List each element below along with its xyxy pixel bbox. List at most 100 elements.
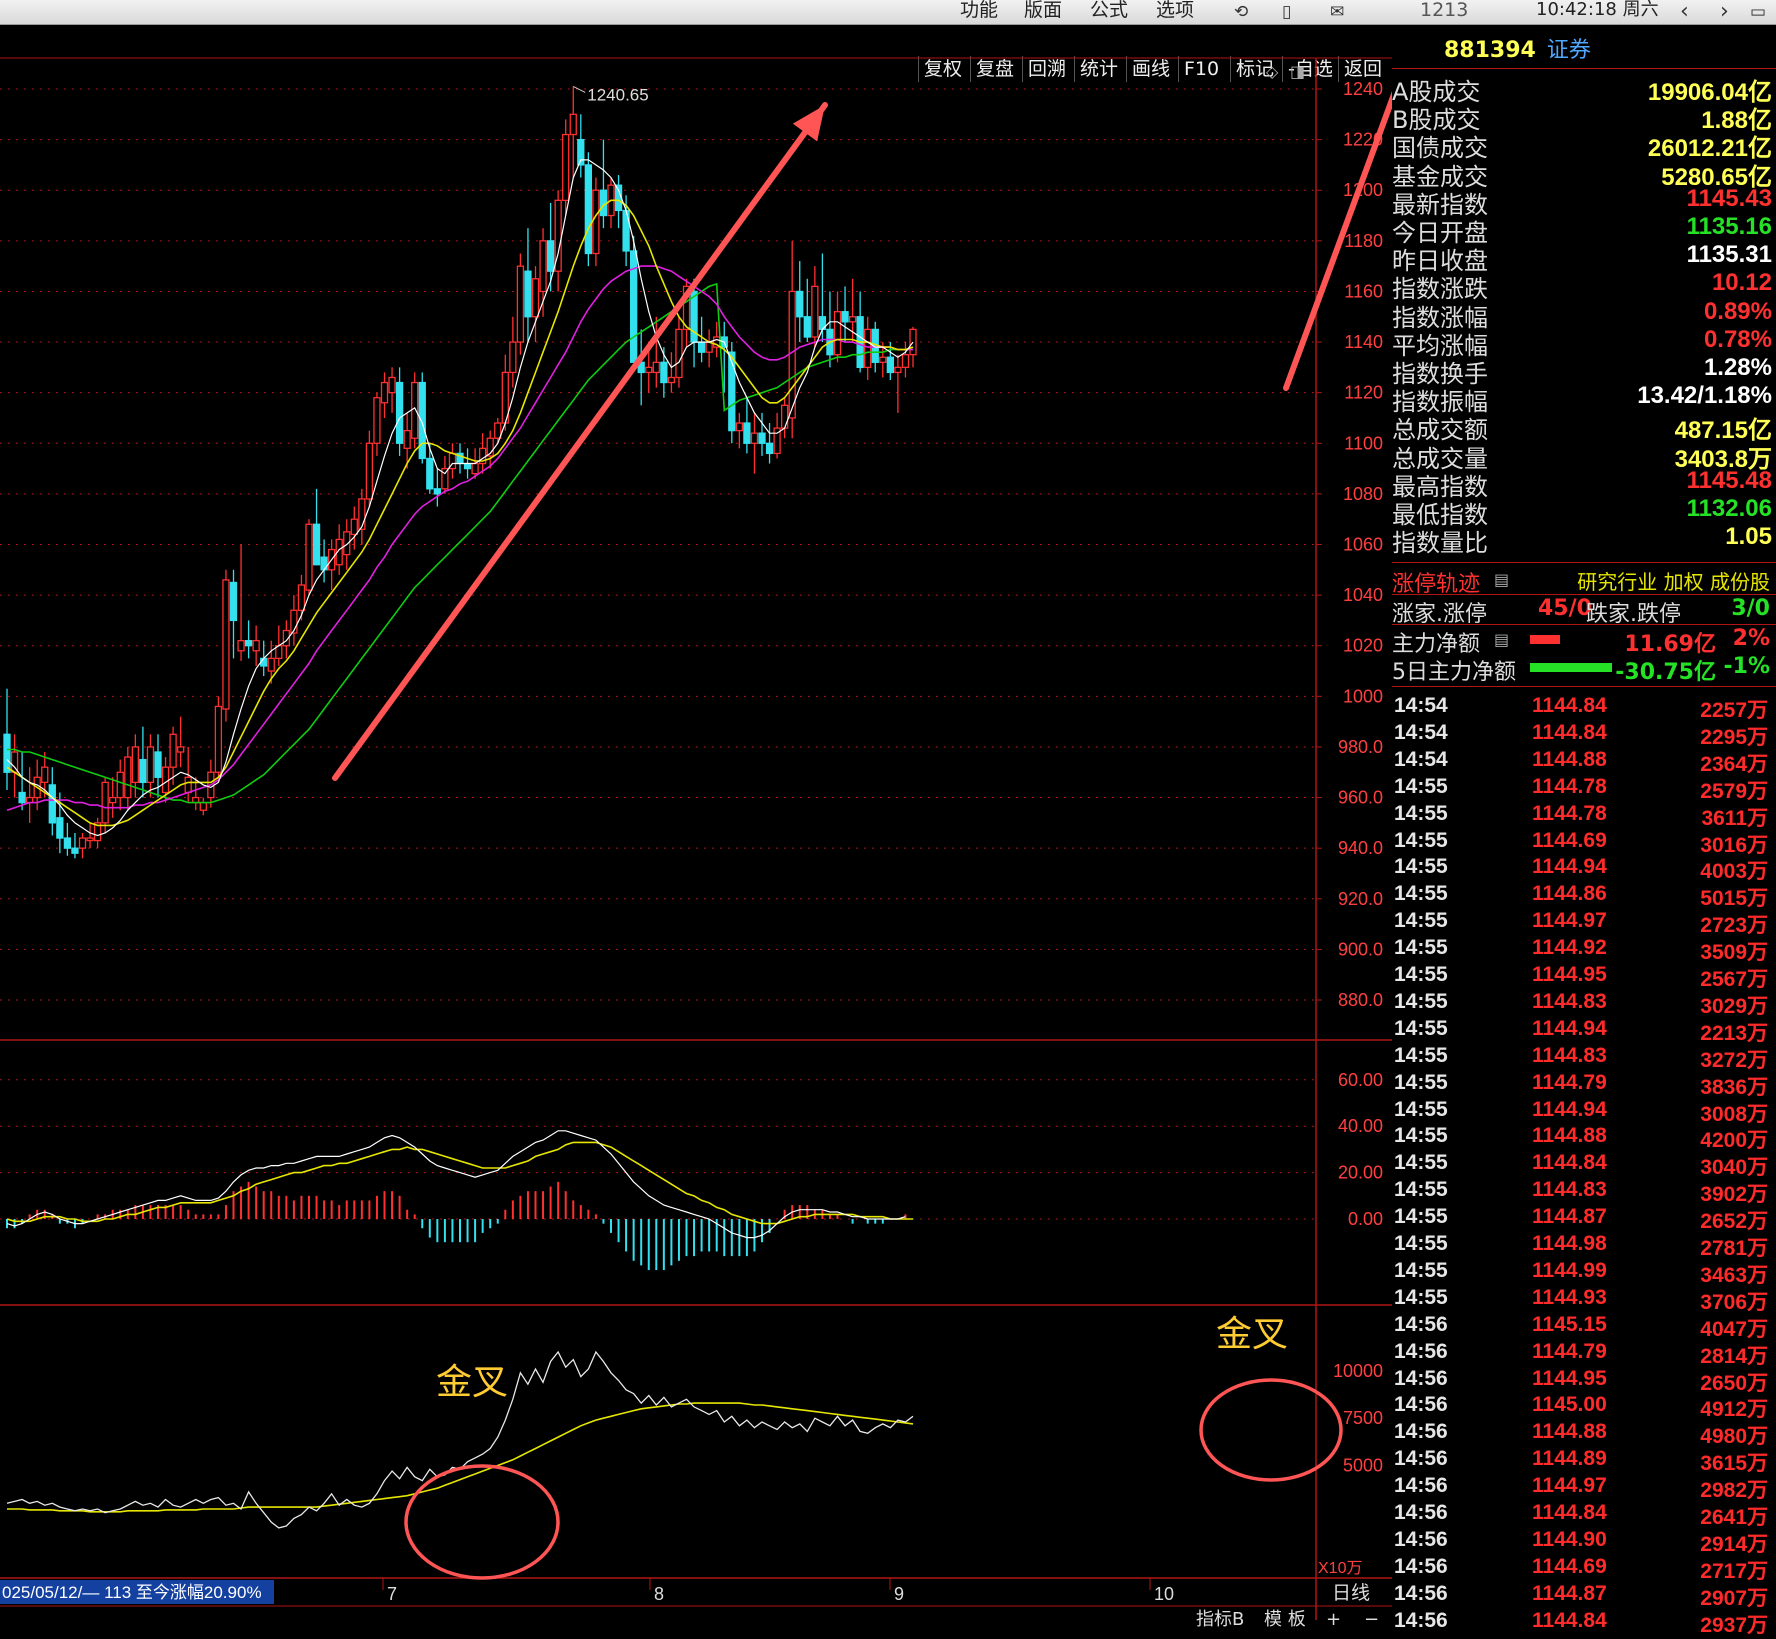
candle-body: [433, 488, 442, 495]
tick-price: 1145.00: [1532, 1393, 1607, 1417]
section-divider: [1392, 562, 1776, 563]
macd-dea-line: [6, 1141, 913, 1225]
section-divider: [1392, 686, 1776, 687]
remove-tab[interactable]: −: [1364, 1609, 1379, 1630]
tick-volume: 3040万: [1700, 1156, 1768, 1180]
ma-line-green: [7, 282, 914, 804]
tick-time: 14:55: [1394, 1232, 1448, 1255]
tick-price: 1144.94: [1532, 1016, 1607, 1040]
tick-time: 14:55: [1394, 882, 1448, 906]
panel-toggle-icon: ◨: [1290, 62, 1305, 81]
menu-icon[interactable]: ▤: [1494, 570, 1509, 589]
candle-body: [169, 733, 177, 768]
stat-value: 1135.31: [1686, 241, 1772, 269]
tick-time: 14:55: [1394, 1016, 1448, 1040]
tick-row: 14:55 1144.95 2567万: [1392, 963, 1776, 991]
tick-row: 14:55 1144.83 3272万: [1392, 1044, 1776, 1072]
candle-body: [562, 133, 570, 201]
candle-body: [788, 290, 796, 419]
tick-price: 1144.88: [1532, 1420, 1607, 1444]
candle-body: [546, 240, 555, 272]
section-divider: [1392, 68, 1776, 69]
quote-panel: 881394 证券 A股成交 19906.04亿 B股成交 1.88亿 国债成交 2601…: [1392, 26, 1776, 1637]
tick-price: 1144.90: [1532, 1527, 1607, 1551]
price-axis-label: 980.0: [1338, 737, 1383, 757]
tick-volume: 3016万: [1700, 833, 1768, 857]
candle-body: [222, 579, 230, 710]
template-tab[interactable]: 模 板: [1264, 1609, 1306, 1630]
tick-time: 14:56: [1394, 1447, 1448, 1471]
candle-body: [660, 361, 668, 384]
tick-price: 1144.84: [1532, 1151, 1607, 1175]
main-net-5d-pct: -1%: [1723, 654, 1770, 679]
tick-price: 1144.79: [1532, 1339, 1607, 1363]
price-axis-label: 940.0: [1338, 838, 1383, 858]
candle-body: [395, 381, 404, 444]
tick-row: 14:55 1144.78 2579万: [1392, 775, 1776, 803]
stat-value: 1135.16: [1686, 213, 1772, 240]
tick-volume: 2914万: [1700, 1532, 1768, 1556]
candle-body: [614, 184, 623, 212]
main-net-5d-label: 5日主力净额: [1392, 660, 1516, 685]
volume-ma-line: [7, 1402, 914, 1513]
period-info-text: 025/05/12/— 113 至今涨幅20.90%: [2, 1583, 262, 1602]
tick-price: 1144.83: [1532, 1178, 1607, 1202]
candle-body: [909, 328, 917, 356]
candle-body: [365, 442, 374, 500]
stock-code-input[interactable]: 1213: [1420, 0, 1468, 24]
candle-body: [18, 791, 26, 804]
tick-price: 1144.69: [1532, 1554, 1607, 1578]
candle-body: [358, 498, 366, 530]
price-axis-label: 900.0: [1338, 939, 1383, 959]
tick-price: 1144.83: [1532, 989, 1607, 1013]
candle-body: [471, 462, 479, 475]
candle-body: [131, 746, 140, 784]
price-axis-label: 1080: [1343, 484, 1383, 504]
candle-body: [803, 316, 811, 338]
main-net-5d-value: -30.75亿: [1615, 660, 1716, 685]
price-axis-label: 1000: [1343, 686, 1383, 706]
tick-volume: 3272万: [1700, 1048, 1768, 1072]
candle-body: [524, 270, 532, 318]
tick-row: 14:56 1144.79 2814万: [1392, 1339, 1776, 1368]
tick-price: 1144.95: [1532, 1366, 1607, 1390]
menu-icon[interactable]: ▤: [1494, 630, 1509, 649]
tick-row: 14:55 1144.92 3509万: [1392, 936, 1776, 964]
tick-row: 14:56 1144.87 2907万: [1392, 1582, 1776, 1610]
candle-body: [41, 766, 49, 784]
candle-body: [509, 341, 517, 374]
tick-volume: 2814万: [1700, 1344, 1768, 1368]
candle-body: [214, 705, 223, 773]
stat-value: 1132.06: [1686, 495, 1772, 522]
tick-row: 14:56 1145.15 4047万: [1392, 1313, 1776, 1341]
tick-price: 1144.87: [1532, 1205, 1607, 1229]
candle-body: [267, 657, 275, 672]
candle-body: [539, 240, 547, 293]
kline-chart[interactable]: 1240122012001180116011401120110010801060…: [0, 0, 1392, 1635]
time-axis-label: 10: [1154, 1584, 1174, 1604]
research-links[interactable]: 研究行业 加权 成份股: [1577, 566, 1770, 595]
index-name: 证券: [1546, 38, 1591, 63]
tick-row: 14:55 1144.84 3040万: [1392, 1151, 1776, 1180]
tick-row: 14:55 1144.83 3902万: [1392, 1178, 1776, 1206]
macd-axis-label: 40.00: [1338, 1116, 1383, 1136]
candle-body: [116, 771, 124, 799]
tick-price: 1144.88: [1532, 1124, 1607, 1148]
tick-price: 1144.84: [1532, 1608, 1607, 1632]
add-tab[interactable]: +: [1326, 1609, 1341, 1630]
candle-body: [811, 285, 819, 338]
tick-time: 14:55: [1394, 1178, 1448, 1202]
tick-row: 14:55 1144.93 3706万: [1392, 1285, 1776, 1314]
tick-price: 1144.93: [1532, 1285, 1607, 1309]
tick-time: 14:55: [1394, 1070, 1448, 1094]
window-icon[interactable]: ▭: [1750, 2, 1766, 22]
indicator-b-tab[interactable]: 指标B: [1196, 1609, 1244, 1630]
tick-time: 14:55: [1394, 1124, 1448, 1148]
forward-arrow-icon[interactable]: ›: [1720, 0, 1729, 24]
tick-row: 14:56 1144.89 3615万: [1392, 1447, 1776, 1475]
tick-price: 1144.97: [1532, 909, 1607, 933]
back-arrow-icon[interactable]: ‹: [1680, 0, 1689, 24]
tick-price: 1144.97: [1532, 1474, 1607, 1498]
candle-body: [176, 746, 185, 753]
tick-time: 14:55: [1394, 909, 1448, 933]
